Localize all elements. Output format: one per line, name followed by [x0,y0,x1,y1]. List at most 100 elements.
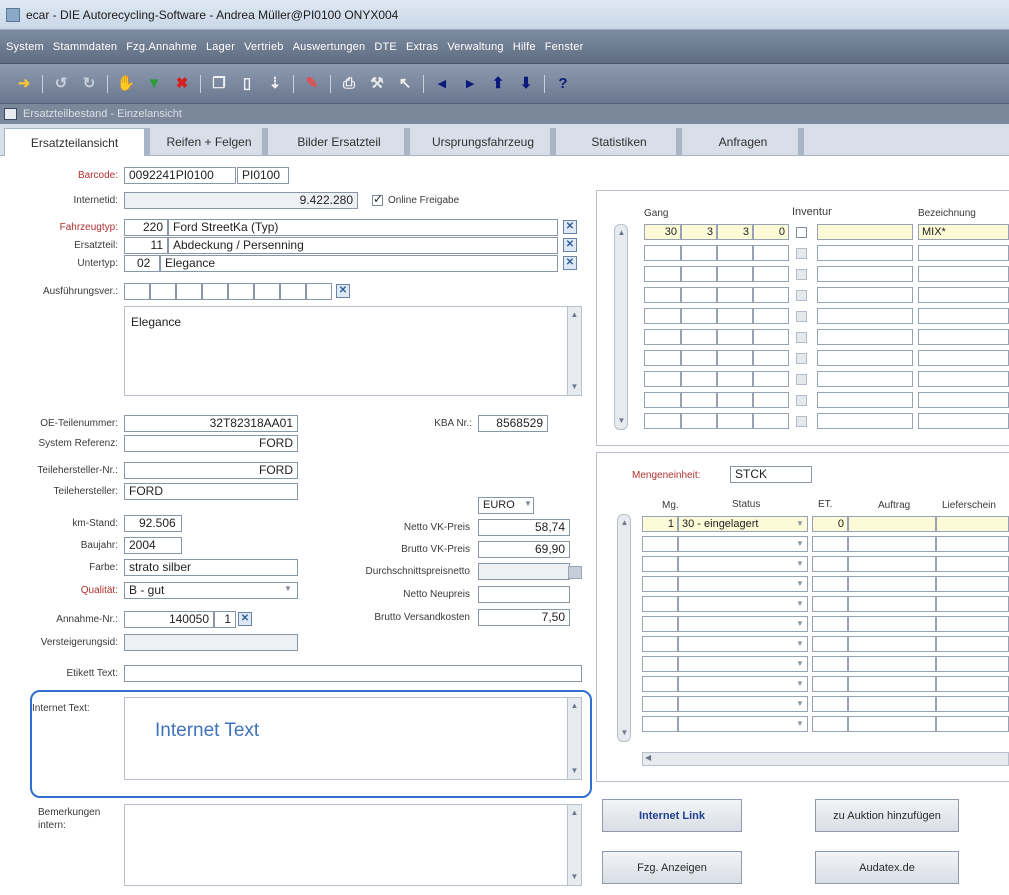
lager-bezeichnung-cell[interactable] [918,350,1009,366]
help-icon[interactable]: ? [553,74,573,94]
lager-bezeichnung-cell[interactable]: MIX* [918,224,1009,240]
filter-icon[interactable]: ▼ [144,74,164,94]
bestand-et-cell[interactable]: 0 [812,516,848,532]
bestand-et-cell[interactable] [812,656,848,672]
menu-vertrieb[interactable]: Vertrieb [244,41,284,53]
kba-field[interactable]: 8568529 [478,415,548,432]
menu-lager[interactable]: Lager [206,41,235,53]
scroll-up-icon[interactable]: ▲ [615,227,628,239]
scroll-up-icon[interactable]: ▲ [568,700,581,712]
bestand-status-cell[interactable] [678,556,808,572]
menu-system[interactable]: System [6,41,44,53]
scroll-down-icon[interactable]: ▼ [568,765,581,777]
beschreibung-textarea[interactable]: Elegance ▲ ▼ [124,306,582,396]
barcode-suffix-field[interactable]: PI0100 [237,167,289,184]
status-dropdown-icon[interactable]: ▼ [796,679,804,688]
bestand-auftrag-cell[interactable] [848,616,936,632]
lager-cell[interactable] [753,350,789,366]
ausfuehrung-field[interactable] [176,283,202,300]
bestand-et-cell[interactable] [812,716,848,732]
bestand-auftrag-cell[interactable] [848,536,936,552]
netto-neu-field[interactable] [478,586,570,603]
fahrzeugtyp-code-field[interactable]: 220 [124,219,168,236]
mengen-field[interactable]: STCK [730,466,812,483]
versteig-field[interactable] [124,634,298,651]
ausfuehrung-picker-icon[interactable]: ✕ [336,284,350,298]
bestand-status-cell[interactable] [678,576,808,592]
audatex-button[interactable]: Audatex.de [815,851,959,884]
status-dropdown-icon[interactable]: ▼ [796,719,804,728]
inventur-checkbox[interactable] [796,353,807,364]
lager-cell[interactable] [681,350,717,366]
lager-gang-cell[interactable] [644,350,681,366]
lager-bezeichnung-cell[interactable] [918,371,1009,387]
pointer-icon[interactable]: ↖ [395,74,415,94]
lager-gang-cell[interactable] [644,245,681,261]
lager-cell[interactable] [817,392,913,408]
lager-cell[interactable] [753,329,789,345]
lager-gang-cell[interactable] [644,308,681,324]
pen-icon[interactable]: ✎ [302,74,322,94]
status-dropdown-icon[interactable]: ▼ [796,539,804,548]
lager-cell[interactable] [681,245,717,261]
bestand-status-cell[interactable] [678,656,808,672]
lager-cell[interactable] [717,392,753,408]
exit-icon[interactable]: ➜ [14,74,34,94]
qualitaet-select[interactable]: B - gut [124,582,298,599]
lager-cell[interactable] [717,329,753,345]
bestand-mg-cell[interactable] [642,636,678,652]
lager-cell[interactable] [753,308,789,324]
teilhnr-field[interactable]: FORD [124,462,298,479]
lager-cell[interactable] [817,371,913,387]
lager-bezeichnung-cell[interactable] [918,308,1009,324]
lager-cell[interactable] [717,266,753,282]
lager-cell[interactable] [717,371,753,387]
bestand-mg-cell[interactable] [642,596,678,612]
print-icon[interactable]: ⎙ [339,74,359,94]
bestand-liefer-cell[interactable] [936,516,1009,532]
delete-icon[interactable]: ✖ [172,74,192,94]
tab-ersatzteilansicht[interactable]: Ersatzteilansicht [4,128,150,156]
lager-gang-cell[interactable] [644,371,681,387]
ersatzteil-field[interactable]: Abdeckung / Persenning [168,237,558,254]
lager-gang-cell[interactable] [644,266,681,282]
untertyp-field[interactable]: Elegance [160,255,558,272]
lager-bezeichnung-cell[interactable] [918,287,1009,303]
menu-hilfe[interactable]: Hilfe [513,41,536,53]
lager-cell[interactable] [817,350,913,366]
lager-bezeichnung-cell[interactable] [918,266,1009,282]
scroll-down-icon[interactable]: ▼ [618,727,631,739]
lager-cell[interactable] [753,287,789,303]
bestand-et-cell[interactable] [812,596,848,612]
lager-cell[interactable]: 3 [717,224,753,240]
bestand-auftrag-cell[interactable] [848,636,936,652]
lager-cell[interactable] [753,245,789,261]
netto-vk-field[interactable]: 58,74 [478,519,570,536]
ausfuehrung-field[interactable] [254,283,280,300]
inventur-checkbox[interactable] [796,248,807,259]
lager-cell[interactable] [717,413,753,429]
ausfuehrung-field[interactable] [306,283,332,300]
status-dropdown-icon[interactable]: ▼ [796,659,804,668]
lager-gang-cell[interactable] [644,329,681,345]
inventur-checkbox[interactable] [796,290,807,301]
tab-bilder-ersatzteil[interactable]: Bilder Ersatzteil [274,128,410,155]
bestand-status-cell[interactable] [678,536,808,552]
menu-dte[interactable]: DTE [374,41,397,53]
bestand-mg-cell[interactable] [642,536,678,552]
status-dropdown-icon[interactable]: ▼ [796,599,804,608]
lager-cell[interactable]: 3 [681,224,717,240]
bestand-liefer-cell[interactable] [936,616,1009,632]
bestand-mg-cell[interactable] [642,576,678,592]
bestand-status-cell[interactable] [678,676,808,692]
versand-field[interactable]: 7,50 [478,609,570,626]
lager-gang-cell[interactable]: 30 [644,224,681,240]
bestand-et-cell[interactable] [812,556,848,572]
bestand-liefer-cell[interactable] [936,676,1009,692]
baujahr-field[interactable]: 2004 [124,537,182,554]
untertyp-picker-icon[interactable]: ✕ [563,256,577,270]
annahme-pos-field[interactable]: 1 [214,611,236,628]
bestand-status-cell[interactable] [678,596,808,612]
bestand-scrollbar[interactable]: ▲ ▼ [617,514,631,742]
bestand-liefer-cell[interactable] [936,596,1009,612]
